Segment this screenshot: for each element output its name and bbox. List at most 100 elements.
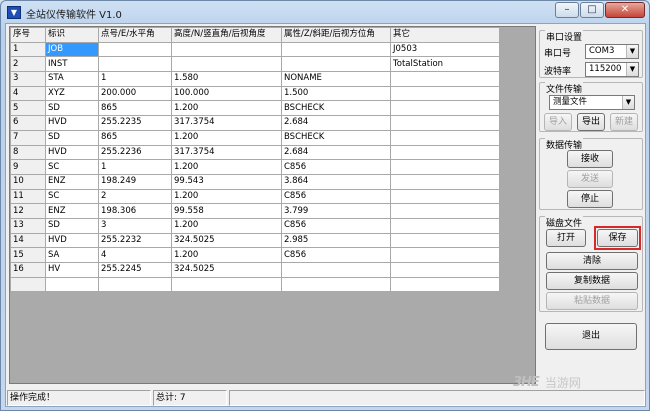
row-number-cell[interactable]: 10 <box>10 173 46 190</box>
table-row[interactable]: 16 HV 255.2245 324.5025 <box>10 262 500 278</box>
table-cell[interactable]: SD <box>45 100 99 117</box>
column-header[interactable]: 属性/Z/斜距/后视方位角 <box>281 27 391 43</box>
row-number-cell[interactable] <box>10 276 46 293</box>
table-cell[interactable]: 3 <box>98 217 172 234</box>
table-cell[interactable]: 1.200 <box>171 247 282 263</box>
table-cell[interactable]: 324.5025 <box>171 262 282 278</box>
table-cell[interactable]: 865 <box>98 100 172 117</box>
table-cell[interactable]: 1.580 <box>171 71 282 87</box>
new-button[interactable]: 新建 <box>610 113 638 131</box>
table-row[interactable]: 8 HVD 255.2236 317.3754 2.684 <box>10 144 500 161</box>
table-row[interactable]: 9 SC 1 1.200 C856 <box>10 159 500 175</box>
table-cell[interactable] <box>281 41 391 58</box>
table-cell[interactable] <box>390 85 500 102</box>
table-cell[interactable] <box>390 247 500 263</box>
table-cell[interactable] <box>171 56 282 73</box>
table-row[interactable]: 11 SC 2 1.200 C856 <box>10 188 500 205</box>
table-cell[interactable]: 100.000 <box>171 85 282 102</box>
table-cell[interactable] <box>281 56 391 73</box>
table-cell[interactable]: TotalStation <box>390 56 500 73</box>
chevron-down-icon[interactable]: ▼ <box>626 45 638 58</box>
row-number-cell[interactable]: 5 <box>10 100 46 117</box>
table-cell[interactable]: 324.5025 <box>171 232 282 249</box>
table-cell[interactable]: BSCHECK <box>281 100 391 117</box>
table-cell[interactable] <box>390 262 500 278</box>
table-cell[interactable] <box>98 276 172 293</box>
table-row[interactable]: 6 HVD 255.2235 317.3754 2.684 <box>10 115 500 131</box>
table-cell[interactable]: 200.000 <box>98 85 172 102</box>
table-cell[interactable]: 1.200 <box>171 129 282 146</box>
table-cell[interactable]: 1.200 <box>171 217 282 234</box>
table-cell[interactable]: 2.684 <box>281 115 391 131</box>
row-number-cell[interactable]: 15 <box>10 247 46 263</box>
table-cell[interactable]: C856 <box>281 217 391 234</box>
table-row[interactable]: 13 SD 3 1.200 C856 <box>10 217 500 234</box>
row-number-cell[interactable]: 1 <box>10 41 46 58</box>
table-cell[interactable]: SA <box>45 247 99 263</box>
column-header[interactable]: 高度/N/竖直角/后视角度 <box>171 27 282 43</box>
row-number-cell[interactable]: 9 <box>10 159 46 175</box>
table-cell[interactable] <box>171 276 282 293</box>
table-cell[interactable] <box>390 115 500 131</box>
table-cell[interactable]: 1.200 <box>171 159 282 175</box>
table-cell[interactable]: 317.3754 <box>171 144 282 161</box>
clear-button[interactable]: 清除 <box>546 252 638 270</box>
chevron-down-icon[interactable]: ▼ <box>626 63 638 76</box>
chevron-down-icon[interactable]: ▼ <box>622 96 634 109</box>
table-cell[interactable]: 3.864 <box>281 173 391 190</box>
table-cell[interactable]: 2.985 <box>281 232 391 249</box>
table-row[interactable]: 5 SD 865 1.200 BSCHECK <box>10 100 500 117</box>
table-cell[interactable]: 3.799 <box>281 203 391 219</box>
table-cell[interactable] <box>390 276 500 293</box>
table-cell[interactable] <box>281 276 391 293</box>
table-cell[interactable]: 99.558 <box>171 203 282 219</box>
table-cell[interactable] <box>45 276 99 293</box>
column-header[interactable]: 其它 <box>390 27 500 43</box>
row-number-cell[interactable]: 14 <box>10 232 46 249</box>
row-number-cell[interactable]: 7 <box>10 129 46 146</box>
receive-button[interactable]: 接收 <box>567 150 613 168</box>
copy-data-button[interactable]: 复制数据 <box>546 272 638 290</box>
table-cell[interactable]: 198.249 <box>98 173 172 190</box>
data-table[interactable]: 序号 标识 点号/E/水平角 高度/N/竖直角/后视角度 属性/Z/斜距/后视方位角 其它… <box>10 27 500 293</box>
table-row[interactable]: 7 SD 865 1.200 BSCHECK <box>10 129 500 146</box>
table-row[interactable]: 15 SA 4 1.200 C856 <box>10 247 500 263</box>
table-cell[interactable] <box>390 188 500 205</box>
row-number-cell[interactable]: 13 <box>10 217 46 234</box>
minimize-button[interactable]: – <box>555 2 579 18</box>
table-cell[interactable]: HVD <box>45 232 99 249</box>
table-cell[interactable] <box>390 159 500 175</box>
column-header[interactable]: 点号/E/水平角 <box>98 27 172 43</box>
table-row[interactable] <box>10 276 500 293</box>
table-cell[interactable]: 1.200 <box>171 100 282 117</box>
close-button[interactable]: ✕ <box>605 2 645 18</box>
data-grid[interactable]: 序号 标识 点号/E/水平角 高度/N/竖直角/后视角度 属性/Z/斜距/后视方位角 其它… <box>9 26 536 384</box>
table-cell[interactable]: HVD <box>45 115 99 131</box>
row-number-cell[interactable]: 8 <box>10 144 46 161</box>
table-cell[interactable] <box>390 173 500 190</box>
table-row[interactable]: 12 ENZ 198.306 99.558 3.799 <box>10 203 500 219</box>
table-cell[interactable]: 2 <box>98 188 172 205</box>
row-number-cell[interactable]: 11 <box>10 188 46 205</box>
table-cell[interactable]: 4 <box>98 247 172 263</box>
table-cell[interactable]: 865 <box>98 129 172 146</box>
table-cell[interactable]: 255.2232 <box>98 232 172 249</box>
table-cell[interactable]: C856 <box>281 247 391 263</box>
row-number-cell[interactable]: 16 <box>10 262 46 278</box>
table-row[interactable]: 1 JOB J0503 <box>10 41 500 58</box>
stop-button[interactable]: 停止 <box>567 190 613 208</box>
paste-data-button[interactable]: 粘贴数据 <box>546 292 638 310</box>
table-cell[interactable] <box>281 262 391 278</box>
send-button[interactable]: 发送 <box>567 170 613 188</box>
table-cell[interactable] <box>390 203 500 219</box>
table-cell[interactable]: JOB <box>45 41 99 58</box>
table-cell[interactable]: 255.2245 <box>98 262 172 278</box>
table-row[interactable]: 14 HVD 255.2232 324.5025 2.985 <box>10 232 500 249</box>
table-cell[interactable]: INST <box>45 56 99 73</box>
table-cell[interactable] <box>390 129 500 146</box>
table-cell[interactable] <box>390 217 500 234</box>
exit-button[interactable]: 退出 <box>545 323 637 350</box>
table-cell[interactable]: ENZ <box>45 203 99 219</box>
table-cell[interactable]: BSCHECK <box>281 129 391 146</box>
row-number-cell[interactable]: 2 <box>10 56 46 73</box>
